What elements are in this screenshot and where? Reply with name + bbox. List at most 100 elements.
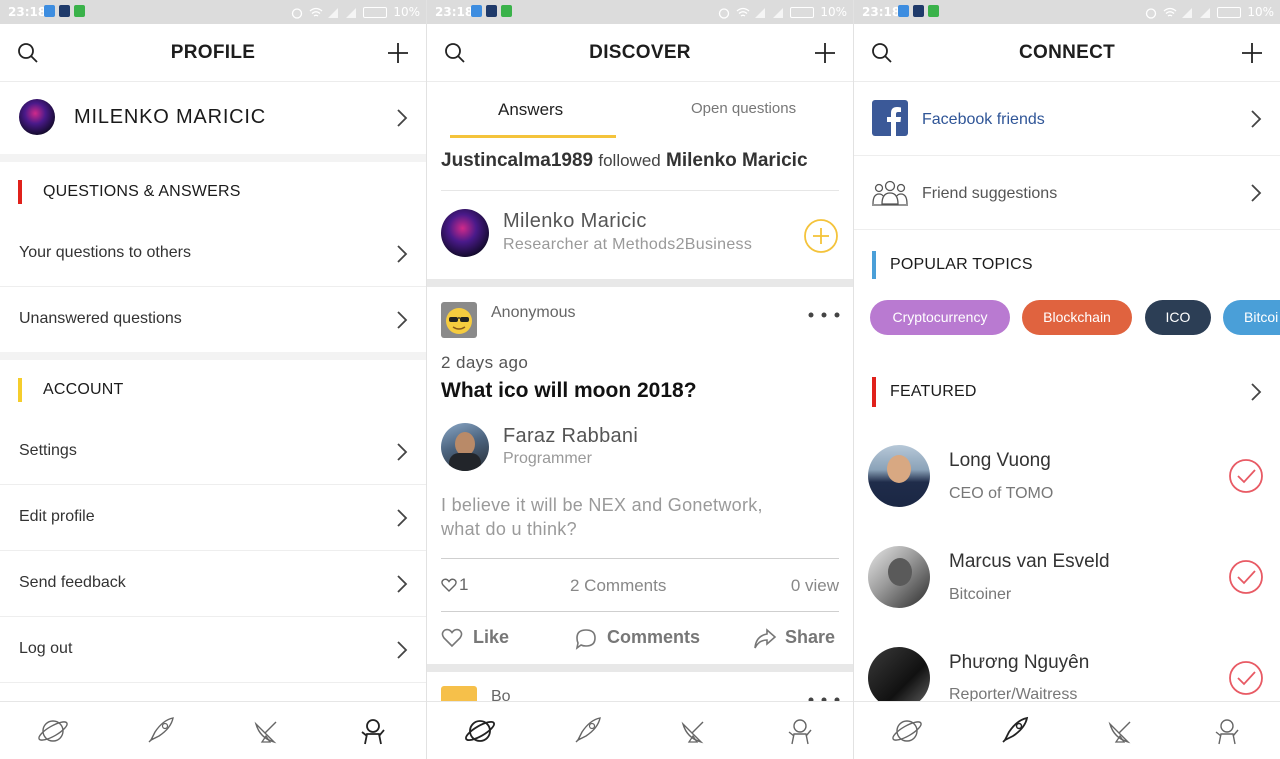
comments-label: Comments bbox=[607, 627, 701, 647]
answerer-role: Programmer bbox=[503, 450, 592, 467]
profile-user-row[interactable]: MILENKO MARICIC bbox=[0, 82, 426, 154]
post-question[interactable]: What ico will moon 2018? bbox=[441, 379, 697, 403]
section-title: ACCOUNT bbox=[43, 381, 124, 398]
nav-planet-icon[interactable] bbox=[36, 714, 70, 748]
topic-chip-bitcoin[interactable]: Bitcoi bbox=[1223, 300, 1280, 335]
facebook-friends-row[interactable]: Facebook friends bbox=[854, 82, 1280, 156]
nav-astronaut-icon[interactable] bbox=[783, 714, 817, 748]
menu-item-edit-profile[interactable]: Edit profile bbox=[0, 485, 426, 551]
divider bbox=[427, 664, 853, 672]
post-author[interactable]: Anonymous bbox=[491, 304, 576, 322]
like-label: Like bbox=[473, 627, 510, 647]
featured-role: Bitcoiner bbox=[949, 586, 1012, 603]
activity-target[interactable]: Milenko Maricic bbox=[666, 150, 808, 171]
page-title: CONNECT bbox=[1018, 42, 1116, 63]
signal-icon bbox=[772, 7, 784, 18]
signal-icon bbox=[1181, 7, 1193, 18]
check-circle-icon[interactable] bbox=[1228, 559, 1264, 595]
nav-planet-icon[interactable] bbox=[890, 714, 924, 748]
profile-screen: 23:18 10% PROFILE MILENKO MARICIC QUESTI… bbox=[0, 0, 426, 759]
status-time: 23:18 bbox=[435, 5, 474, 19]
menu-item-label: Your questions to others bbox=[19, 244, 191, 261]
chevron-right-icon bbox=[397, 575, 408, 593]
section-title: QUESTIONS & ANSWERS bbox=[43, 183, 241, 200]
featured-user-row[interactable]: Phương Nguyên Reporter/Waitress bbox=[854, 642, 1280, 701]
menu-item-log-out[interactable]: Log out bbox=[0, 617, 426, 683]
status-notification-icons bbox=[471, 5, 512, 17]
section-accent-bar bbox=[18, 378, 22, 402]
active-tab-indicator bbox=[450, 135, 616, 138]
views-count: 0 view bbox=[790, 576, 839, 595]
menu-item-your-questions[interactable]: Your questions to others bbox=[0, 221, 426, 287]
follow-plus-icon[interactable] bbox=[803, 218, 839, 254]
menu-item-send-feedback[interactable]: Send feedback bbox=[0, 551, 426, 617]
featured-user-row[interactable]: Long Vuong CEO of TOMO bbox=[854, 440, 1280, 540]
connect-header: CONNECT bbox=[854, 24, 1280, 82]
activity-actor[interactable]: Justincalma1989 bbox=[441, 150, 593, 171]
nav-planet-icon[interactable] bbox=[463, 714, 497, 748]
divider bbox=[427, 279, 853, 287]
featured-role: Reporter/Waitress bbox=[949, 686, 1078, 701]
nav-astronaut-icon[interactable] bbox=[1210, 714, 1244, 748]
topic-chip-ico[interactable]: ICO bbox=[1145, 300, 1211, 335]
section-accent-bar bbox=[18, 180, 22, 204]
chevron-right-icon bbox=[397, 311, 408, 329]
nav-rocket-icon[interactable] bbox=[143, 714, 177, 748]
battery-percent: 10% bbox=[1247, 5, 1274, 19]
likes-count: 1 bbox=[459, 575, 469, 594]
divider bbox=[0, 154, 426, 162]
nav-satellite-dish-icon[interactable] bbox=[677, 714, 711, 748]
app-notification-icon bbox=[486, 5, 497, 17]
add-icon[interactable] bbox=[813, 41, 837, 65]
app-notification-icon bbox=[501, 5, 512, 17]
tab-open-questions[interactable]: Open questions bbox=[691, 100, 796, 117]
post-author[interactable]: Bo bbox=[491, 688, 511, 702]
answerer-name[interactable]: Faraz Rabbani bbox=[503, 425, 638, 448]
more-options-icon[interactable] bbox=[807, 311, 841, 319]
status-right: 10% bbox=[291, 5, 420, 19]
topic-chip-cryptocurrency[interactable]: Cryptocurrency bbox=[870, 300, 1010, 335]
nav-satellite-dish-icon[interactable] bbox=[250, 714, 284, 748]
status-notification-icons bbox=[898, 5, 939, 17]
nav-rocket-icon[interactable] bbox=[570, 714, 604, 748]
comment-icon bbox=[575, 629, 596, 650]
discover-tabs: Answers Open questions bbox=[427, 82, 853, 138]
section-questions-answers: QUESTIONS & ANSWERS bbox=[0, 162, 426, 222]
menu-item-label: Log out bbox=[19, 640, 73, 657]
nav-satellite-dish-icon[interactable] bbox=[1104, 714, 1138, 748]
share-label: Share bbox=[785, 627, 836, 647]
menu-item-unanswered-questions[interactable]: Unanswered questions bbox=[0, 287, 426, 353]
heart-icon bbox=[441, 628, 463, 648]
divider bbox=[441, 611, 839, 612]
chevron-right-icon bbox=[397, 245, 408, 263]
bottom-nav bbox=[427, 701, 853, 759]
tab-answers[interactable]: Answers bbox=[498, 100, 563, 120]
topic-chip-blockchain[interactable]: Blockchain bbox=[1022, 300, 1132, 335]
app-notification-icon bbox=[44, 5, 55, 17]
nav-astronaut-icon[interactable] bbox=[356, 714, 390, 748]
menu-item-label: Unanswered questions bbox=[19, 310, 182, 327]
user-name: MILENKO MARICIC bbox=[74, 106, 267, 128]
status-bar: 23:18 10% bbox=[0, 0, 426, 24]
section-title: FEATURED bbox=[890, 383, 977, 400]
section-title: POPULAR TOPICS bbox=[890, 256, 1033, 273]
add-icon[interactable] bbox=[386, 41, 410, 65]
check-circle-icon[interactable] bbox=[1228, 660, 1264, 696]
section-featured[interactable]: FEATURED bbox=[854, 362, 1280, 422]
section-accent-bar bbox=[872, 377, 876, 407]
featured-name: Phương Nguyên bbox=[949, 652, 1090, 673]
featured-user-row[interactable]: Marcus van Esveld Bitcoiner bbox=[854, 541, 1280, 641]
nav-rocket-icon[interactable] bbox=[997, 714, 1031, 748]
status-bar: 23:18 10% bbox=[854, 0, 1280, 24]
discover-screen: 23:18 10% DISCOVER Answers Open question… bbox=[427, 0, 853, 759]
sunglasses-emoji-icon bbox=[446, 308, 472, 334]
menu-item-settings[interactable]: Settings bbox=[0, 419, 426, 485]
add-icon[interactable] bbox=[1240, 41, 1264, 65]
page-title: PROFILE bbox=[170, 42, 256, 63]
battery-percent: 10% bbox=[820, 5, 847, 19]
chevron-right-icon bbox=[397, 641, 408, 659]
comments-count[interactable]: 2 Comments bbox=[570, 576, 666, 596]
suggested-user-card[interactable]: Milenko Maricic Researcher at Methods2Bu… bbox=[427, 191, 853, 279]
check-circle-icon[interactable] bbox=[1228, 458, 1264, 494]
friend-suggestions-row[interactable]: Friend suggestions bbox=[854, 156, 1280, 230]
